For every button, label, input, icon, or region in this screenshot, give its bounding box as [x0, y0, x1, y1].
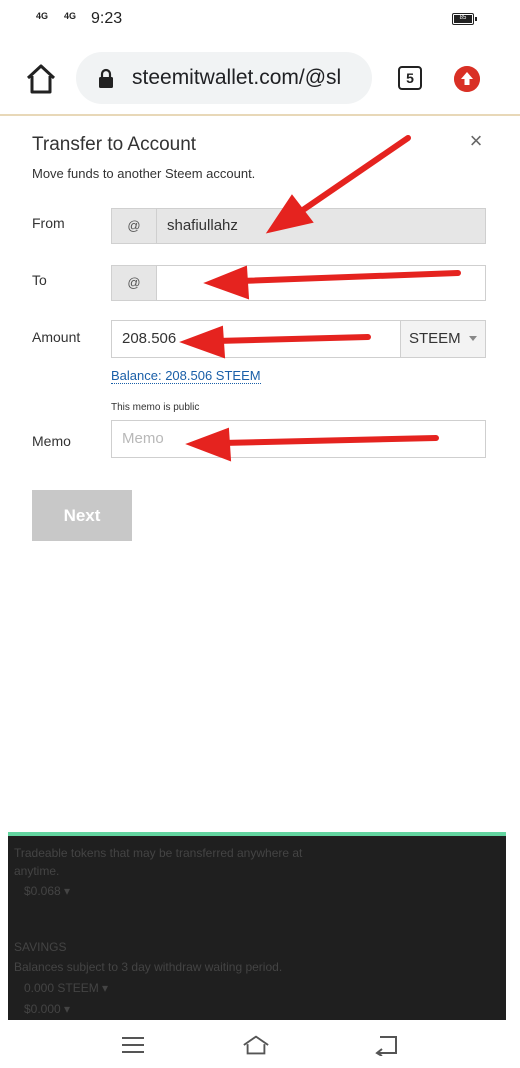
savings-steem-value: 0.000 STEEM ▾	[24, 981, 109, 995]
memo-public-note: This memo is public	[111, 402, 200, 413]
savings-heading: SAVINGS	[14, 940, 67, 954]
close-icon[interactable]: ×	[464, 128, 488, 153]
menu-icon[interactable]	[119, 1034, 147, 1056]
signal-2-icon: 4G	[64, 11, 77, 21]
browser-toolbar: steemitwallet.com/@sl 5	[0, 40, 520, 116]
currency-select[interactable]: STEEM	[400, 320, 486, 358]
url-text: steemitwallet.com/@sl	[132, 66, 342, 89]
screen: 4G 4G 9:23 85 steemitwallet.com/@sl 5 Tr…	[0, 0, 520, 1068]
currency-select-value: STEEM	[409, 330, 461, 347]
battery-icon: 85	[452, 13, 477, 25]
to-label: To	[32, 272, 47, 288]
system-nav-bar	[0, 1020, 520, 1068]
status-bar: 4G 4G 9:23 85	[0, 0, 520, 40]
from-field: shafiullahz	[156, 208, 486, 244]
lock-icon	[99, 68, 113, 88]
modal-title: Transfer to Account	[32, 134, 197, 155]
steem-value: $0.068 ▾	[24, 884, 71, 898]
status-time: 9:23	[91, 10, 123, 27]
steem-description-line2: anytime.	[14, 864, 60, 878]
modal-subtitle: Move funds to another Steem account.	[32, 166, 256, 181]
address-bar[interactable]: steemitwallet.com/@sl	[76, 52, 372, 104]
transfer-modal: Transfer to Account × Move funds to anot…	[8, 118, 506, 832]
background-wallet-page: Tradeable tokens that may be transferred…	[8, 832, 506, 1020]
home-nav-icon[interactable]	[242, 1034, 270, 1056]
chevron-down-icon	[469, 336, 477, 341]
balance-link[interactable]: Balance: 208.506 STEEM	[111, 368, 261, 384]
steem-description-line1: Tradeable tokens that may be transferred…	[14, 846, 303, 860]
back-icon[interactable]	[372, 1034, 400, 1056]
amount-field[interactable]: 208.506	[111, 320, 401, 358]
from-at-symbol: @	[111, 208, 157, 244]
savings-usd-value: $0.000 ▾	[24, 1002, 71, 1016]
to-field[interactable]	[156, 265, 486, 301]
tab-switcher-button[interactable]: 5	[398, 66, 422, 90]
home-icon[interactable]	[24, 62, 58, 96]
to-at-symbol: @	[111, 265, 157, 301]
accent-divider	[8, 832, 506, 836]
from-label: From	[32, 215, 65, 231]
battery-level: 85	[454, 15, 472, 23]
memo-label: Memo	[32, 433, 71, 449]
signal-1-icon: 4G	[36, 11, 49, 21]
next-button[interactable]: Next	[32, 490, 132, 541]
update-icon[interactable]	[454, 66, 480, 92]
amount-label: Amount	[32, 329, 81, 345]
memo-field[interactable]: Memo	[111, 420, 486, 458]
savings-description: Balances subject to 3 day withdraw waiti…	[14, 960, 283, 974]
